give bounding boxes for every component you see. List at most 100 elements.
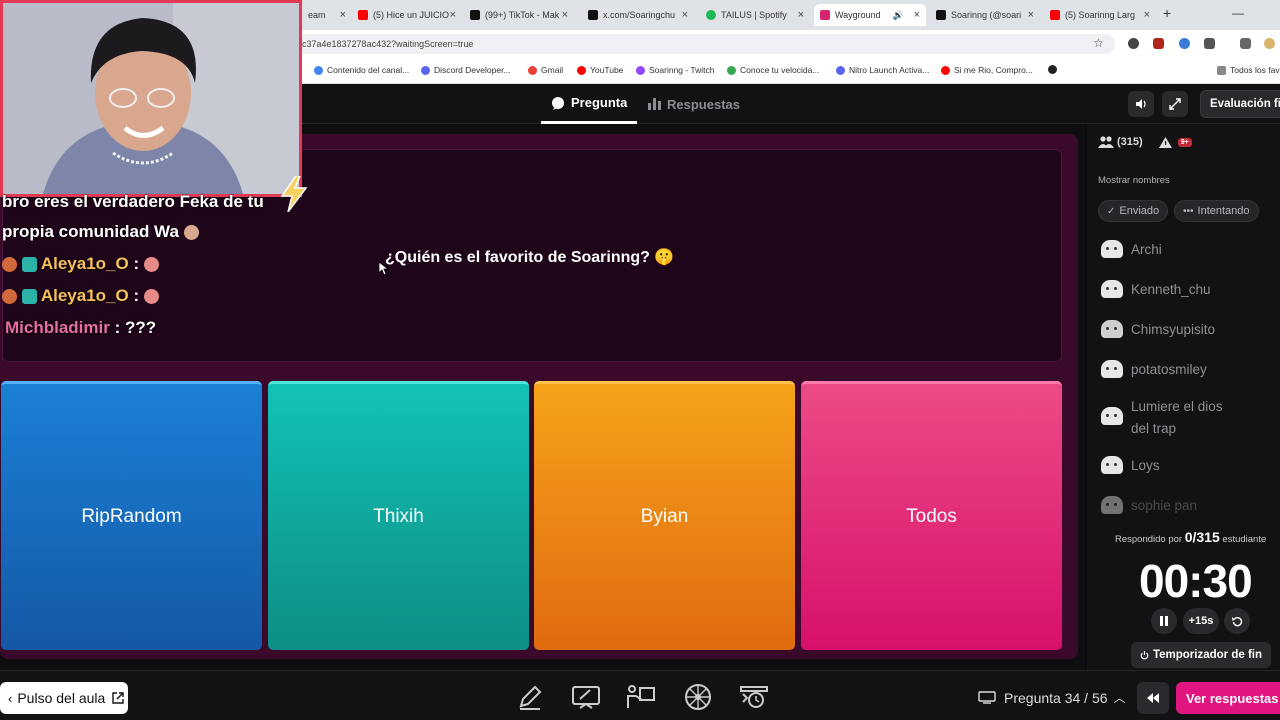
student-item[interactable]: Archi — [1101, 240, 1162, 258]
profile-avatar[interactable] — [1264, 38, 1275, 49]
pause-button[interactable] — [1151, 608, 1177, 634]
fullscreen-button[interactable] — [1162, 91, 1188, 117]
annotate-pen-tool[interactable] — [513, 681, 547, 713]
add-time-button[interactable]: +15s — [1183, 608, 1219, 634]
close-icon[interactable]: × — [1028, 9, 1034, 21]
spotify-icon — [706, 10, 716, 20]
bar-chart-icon — [648, 98, 661, 110]
browser-tab[interactable]: (5) Soarinng Larg × — [1044, 4, 1156, 26]
bookmark-item[interactable]: Nitro Launch Activa... — [836, 65, 929, 75]
close-icon[interactable]: × — [562, 9, 568, 21]
bookmark-star-icon[interactable]: ☆ — [1093, 36, 1104, 50]
bookmark-item[interactable] — [1048, 65, 1061, 74]
student-item[interactable]: Chimsyupisito — [1101, 320, 1215, 338]
reset-timer-button[interactable] — [1224, 608, 1250, 634]
answer-option-3[interactable]: Byian — [534, 381, 795, 650]
emote-icon — [183, 225, 199, 241]
browser-tab[interactable]: (5) Hice un JUICIO × — [352, 4, 462, 26]
answer-option-2[interactable]: Thixih — [268, 381, 529, 650]
view-answers-button[interactable]: Ver respuestas — [1176, 682, 1280, 714]
speaker-icon — [1136, 99, 1146, 109]
warning-icon[interactable] — [1158, 136, 1172, 148]
close-icon[interactable]: × — [340, 9, 346, 21]
speaker-icon[interactable]: 🔊 — [893, 10, 904, 21]
extension-icon[interactable] — [1153, 38, 1164, 49]
answer-option-4[interactable]: Todos — [801, 381, 1062, 650]
question-counter[interactable]: Pregunta 34 / 56 ︿ — [978, 689, 1126, 706]
filter-sent-chip[interactable]: ✓ Enviado — [1098, 200, 1169, 222]
browser-tab[interactable]: Soarinng (@soari × — [930, 4, 1040, 26]
student-avatar-icon — [1101, 320, 1123, 338]
bookmark-item[interactable]: Discord Developer... — [421, 65, 511, 75]
discord-icon — [836, 65, 845, 75]
whiteboard-tool[interactable] — [569, 681, 603, 713]
answer-option-1[interactable]: RipRandom — [1, 381, 262, 650]
student-item[interactable]: sophie pan — [1101, 496, 1197, 514]
close-icon[interactable]: × — [798, 9, 804, 21]
filter-trying-chip[interactable]: ••• Intentando — [1174, 200, 1259, 222]
wheel-icon — [685, 684, 711, 710]
youtube-icon — [577, 65, 586, 75]
bookmark-item[interactable]: YouTube — [577, 65, 623, 75]
sound-button[interactable] — [1128, 91, 1154, 117]
url-input[interactable]: c37a4e1837278ac432?waitingScreen=true — [290, 34, 1115, 54]
spinner-tool[interactable] — [681, 681, 715, 713]
all-bookmarks-folder[interactable]: Todos los fav — [1217, 65, 1280, 75]
classroom-pulse-button[interactable]: ‹ Pulso del aula — [0, 682, 128, 714]
student-item[interactable]: Loys — [1101, 456, 1160, 474]
gmail-icon — [528, 65, 537, 75]
badge-icon — [21, 257, 37, 273]
discord-icon — [421, 65, 430, 75]
presentation-tool[interactable] — [624, 681, 658, 713]
chat-message: Aleya1o_O : — [2, 254, 159, 274]
close-icon[interactable]: × — [450, 9, 456, 21]
new-tab-button[interactable]: + — [1163, 5, 1171, 21]
browser-tab-active[interactable]: Wayground 🔊 × — [814, 4, 926, 26]
pen-icon — [519, 685, 542, 710]
extension-icon[interactable] — [1128, 38, 1139, 49]
close-icon[interactable]: × — [914, 9, 920, 21]
webcam-overlay — [0, 0, 302, 197]
bookmark-item[interactable]: Contenido del canal... — [314, 65, 409, 75]
student-name: Lumiere el dios del trap — [1131, 399, 1223, 436]
bookmark-item[interactable]: Si me Rio, Compro... — [941, 65, 1033, 75]
close-icon[interactable]: × — [682, 9, 688, 21]
student-item[interactable]: Kenneth_chu — [1101, 280, 1211, 298]
bookmark-item[interactable]: Gmail — [528, 65, 563, 75]
tiktok-icon — [936, 10, 946, 20]
end-evaluation-button[interactable]: Evaluación fin — [1200, 90, 1280, 118]
browser-tab[interactable]: (99+) TikTok - Mak × — [464, 4, 574, 26]
puzzle-icon[interactable] — [1204, 38, 1215, 49]
browser-tab[interactable]: eam × — [302, 4, 352, 26]
student-item[interactable]: Lumiere el dios del trap — [1101, 396, 1223, 440]
browser-tab[interactable]: TAILUS | Spotify × — [700, 4, 810, 26]
previous-question-button[interactable] — [1137, 682, 1169, 714]
tab-answers[interactable]: Respuestas — [648, 84, 740, 124]
emote-icon — [143, 289, 159, 305]
student-item[interactable]: potatosmiley — [1101, 360, 1207, 378]
student-avatar-icon — [1101, 456, 1123, 474]
chevron-up-icon: ︿ — [1113, 691, 1126, 705]
answered-status: Respondido por 0/315 estudiante — [1115, 529, 1267, 545]
chat-message: Michbladimir : ??? — [5, 318, 157, 337]
expand-icon — [1169, 98, 1181, 110]
end-timer-button[interactable]: Temporizador de fin — [1131, 642, 1271, 668]
timer-tool[interactable] — [737, 681, 771, 713]
chat-message: bro eres el verdadero Feka de tu — [2, 192, 264, 211]
presenter-icon — [627, 685, 655, 708]
browser-tab[interactable]: x.com/Soaringchu × — [582, 4, 694, 26]
extension-icon[interactable] — [1179, 38, 1190, 49]
minimize-button[interactable]: — — [1232, 6, 1244, 20]
show-names-label[interactable]: Mostrar nombres — [1098, 175, 1170, 186]
google-icon — [314, 65, 323, 75]
bookmark-item[interactable]: Conoce tu velocida... — [727, 65, 819, 75]
check-icon: ✓ — [1107, 205, 1116, 217]
media-icon[interactable] — [1240, 38, 1251, 49]
screen-timer-icon — [740, 686, 768, 708]
bookmark-item[interactable]: Soarinng - Twitch — [636, 65, 715, 75]
emote-icon — [143, 257, 159, 273]
close-icon[interactable]: × — [1144, 9, 1150, 21]
tab-question[interactable]: Pregunta — [541, 84, 637, 124]
folder-icon — [1217, 65, 1226, 75]
question-text: ¿Quién es el favorito de Soarinng? 🤫 — [385, 249, 675, 266]
